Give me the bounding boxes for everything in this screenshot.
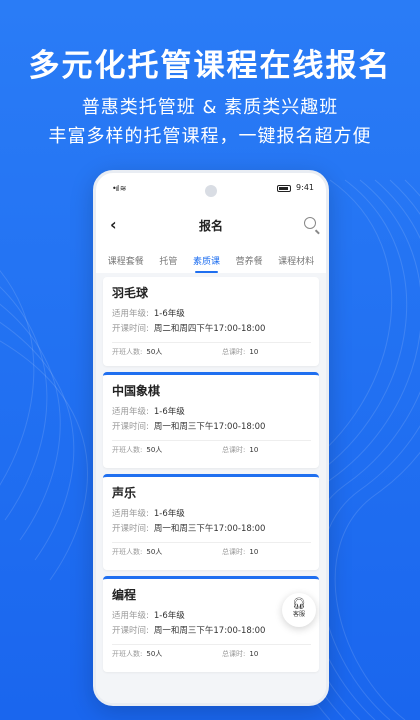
divider <box>112 644 311 645</box>
headline: 多元化托管课程在线报名 <box>28 48 392 84</box>
headset-icon: 🎧︎ <box>292 597 306 610</box>
search-icon[interactable] <box>304 217 316 229</box>
course-name: 中国象棋 <box>112 384 161 398</box>
card-footer: 开班人数: 50人 总课时: 10 <box>112 348 259 356</box>
time-row: 开课时间: 周一和周三下午17:00-18:00 <box>112 422 266 432</box>
grade-row: 适用年级: 1-6年级 <box>112 509 185 519</box>
card-footer: 开班人数: 50人 总课时: 10 <box>112 548 259 556</box>
tab-quality-course[interactable]: 素质课 <box>193 251 220 273</box>
course-name: 羽毛球 <box>112 286 149 300</box>
course-name: 声乐 <box>112 486 137 500</box>
time-row: 开课时间: 周二和周四下午17:00-18:00 <box>112 324 266 334</box>
battery-icon <box>277 185 291 192</box>
divider <box>112 440 311 441</box>
phone-frame: •ıl ≋ 9:41 ‹ 报名 课程套餐 托管 素质课 营养餐 课程材料 羽毛球… <box>93 170 329 706</box>
grade-row: 适用年级: 1-6年级 <box>112 407 185 417</box>
course-card[interactable]: 羽毛球 适用年级: 1-6年级 开课时间: 周二和周四下午17:00-18:00 开… <box>103 277 319 366</box>
time-row: 开课时间: 周一和周三下午17:00-18:00 <box>112 626 266 636</box>
course-list: 羽毛球 适用年级: 1-6年级 开课时间: 周二和周四下午17:00-18:00 开… <box>96 273 326 703</box>
tab-daycare[interactable]: 托管 <box>159 251 177 273</box>
subheadline-1: 普惠类托管班 & 素质类兴趣班 <box>81 97 339 118</box>
signal-wifi-icon: •ıl ≋ <box>112 184 126 193</box>
status-bar: •ıl ≋ 9:41 <box>96 181 326 197</box>
divider <box>112 542 311 543</box>
nav-bar: ‹ 报名 <box>96 213 326 239</box>
course-card[interactable]: 中国象棋 适用年级: 1-6年级 开课时间: 周一和周三下午17:00-18:00 … <box>103 372 319 468</box>
grade-row: 适用年级: 1-6年级 <box>112 309 185 319</box>
customer-service-button[interactable]: 🎧︎ 客服 <box>282 593 316 627</box>
page-title: 报名 <box>198 219 223 233</box>
time-row: 开课时间: 周一和周三下午17:00-18:00 <box>112 524 266 534</box>
card-footer: 开班人数: 50人 总课时: 10 <box>112 650 259 658</box>
tab-nutrition-meal[interactable]: 营养餐 <box>236 251 263 273</box>
subheadline-2: 丰富多样的托管课程，一键报名超方便 <box>48 126 372 147</box>
customer-service-label: 客服 <box>292 611 305 618</box>
tab-course-package[interactable]: 课程套餐 <box>108 251 144 273</box>
tab-course-materials[interactable]: 课程材料 <box>278 251 314 273</box>
course-card[interactable]: 声乐 适用年级: 1-6年级 开课时间: 周一和周三下午17:00-18:00 开班… <box>103 474 319 570</box>
divider <box>112 342 311 343</box>
card-footer: 开班人数: 50人 总课时: 10 <box>112 446 259 454</box>
tab-bar: 课程套餐 托管 素质课 营养餐 课程材料 <box>96 251 326 273</box>
status-time: 9:41 <box>296 183 314 192</box>
course-card[interactable]: 编程 适用年级: 1-6年级 开课时间: 周一和周三下午17:00-18:00 开班… <box>103 576 319 672</box>
